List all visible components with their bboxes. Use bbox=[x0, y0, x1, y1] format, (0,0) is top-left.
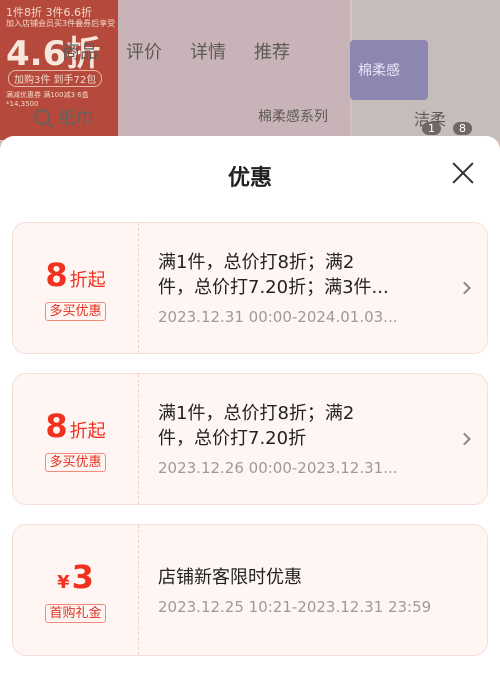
coupon-info: 满1件，总价打8折；满2 件，总价打7.20折；满3件... 2023.12.3… bbox=[158, 223, 453, 353]
promo-pill: 加购3件 到手72包 bbox=[8, 70, 103, 87]
coupon-amount: ¥ 3 bbox=[57, 558, 94, 596]
coupon-left: ¥ 3 首购礼金 bbox=[13, 525, 139, 655]
coupon-info: 满1件，总价打8折；满2 件，总价打7.20折 2023.12.26 00:00… bbox=[158, 374, 453, 504]
search-icon bbox=[34, 109, 50, 125]
coupon-amount-value: 3 bbox=[71, 557, 94, 596]
coupon-date: 2023.12.26 00:00-2023.12.31... bbox=[158, 459, 398, 477]
coupon-currency: ¥ bbox=[57, 571, 70, 593]
tab-reviews[interactable]: 评价 bbox=[126, 38, 162, 64]
tab-recommend[interactable]: 推荐 bbox=[254, 38, 290, 64]
coupon-description: 满1件，总价打8折；满2 件，总价打7.20折 bbox=[158, 403, 355, 449]
close-icon[interactable] bbox=[448, 158, 478, 188]
background-product-page: 1件8折 3件6.6折 加入店铺会员买3件叠券后享受 4.6折 加购3件 到手7… bbox=[0, 0, 500, 150]
chevron-right-icon[interactable] bbox=[458, 281, 471, 295]
coupon-amount-value: 8 bbox=[45, 255, 68, 294]
coupon-date: 2023.12.31 00:00-2024.01.03... bbox=[158, 308, 398, 326]
coupon-tag: 首购礼金 bbox=[45, 603, 106, 623]
coupon-amount-unit: 折起 bbox=[69, 420, 106, 442]
coupon-date: 2023.12.25 10:21-2023.12.31 23:59 bbox=[158, 597, 432, 616]
coupon-left: 8 折起 多买优惠 bbox=[13, 223, 139, 353]
page-total: 8 bbox=[453, 122, 472, 135]
coupon-amount: 8 折起 bbox=[45, 256, 105, 294]
coupon-card[interactable]: 8 折起 多买优惠 满1件，总价打8折；满2 件，总价打7.20折 2023.1… bbox=[12, 373, 488, 505]
tab-goods[interactable]: 商品 bbox=[62, 38, 98, 64]
discount-sheet: 优惠 8 折起 多买优惠 满1件，总价打8折；满2 件，总价打7.20折；满3件… bbox=[0, 136, 500, 673]
coupon-amount-value: 8 bbox=[45, 406, 68, 445]
coupon-card[interactable]: 8 折起 多买优惠 满1件，总价打8折；满2 件，总价打7.20折；满3件...… bbox=[12, 222, 488, 354]
tab-details[interactable]: 详情 bbox=[190, 38, 226, 64]
coupon-amount-unit: 折起 bbox=[69, 269, 106, 291]
coupon-amount: 8 折起 bbox=[45, 407, 105, 445]
page-indicator: 1 8 bbox=[422, 122, 472, 135]
coupon-tag: 多买优惠 bbox=[45, 301, 106, 321]
search-text: 纸巾 bbox=[58, 108, 94, 129]
product-tabs: 商品 评价 详情 推荐 bbox=[62, 38, 290, 64]
series-text: 棉柔感系列 bbox=[258, 109, 328, 125]
coupon-description: 满1件，总价打8折；满2 件，总价打7.20折；满3件... bbox=[158, 252, 389, 298]
coupon-card[interactable]: ¥ 3 首购礼金 店铺新客限时优惠 2023.12.25 10:21-2023.… bbox=[12, 524, 488, 656]
chevron-right-icon[interactable] bbox=[458, 432, 471, 446]
pack-label: 棉柔感 bbox=[358, 63, 400, 79]
search-bar[interactable]: 纸巾 bbox=[34, 104, 94, 130]
page-current: 1 bbox=[422, 122, 441, 135]
coupon-tag: 多买优惠 bbox=[45, 452, 106, 472]
coupon-description: 店铺新客限时优惠 bbox=[158, 566, 302, 588]
product-pack: 棉柔感 bbox=[350, 40, 428, 100]
sheet-title: 优惠 bbox=[227, 166, 272, 191]
coupon-left: 8 折起 多买优惠 bbox=[13, 374, 139, 504]
coupon-info: 店铺新客限时优惠 2023.12.25 10:21-2023.12.31 23:… bbox=[158, 525, 453, 655]
